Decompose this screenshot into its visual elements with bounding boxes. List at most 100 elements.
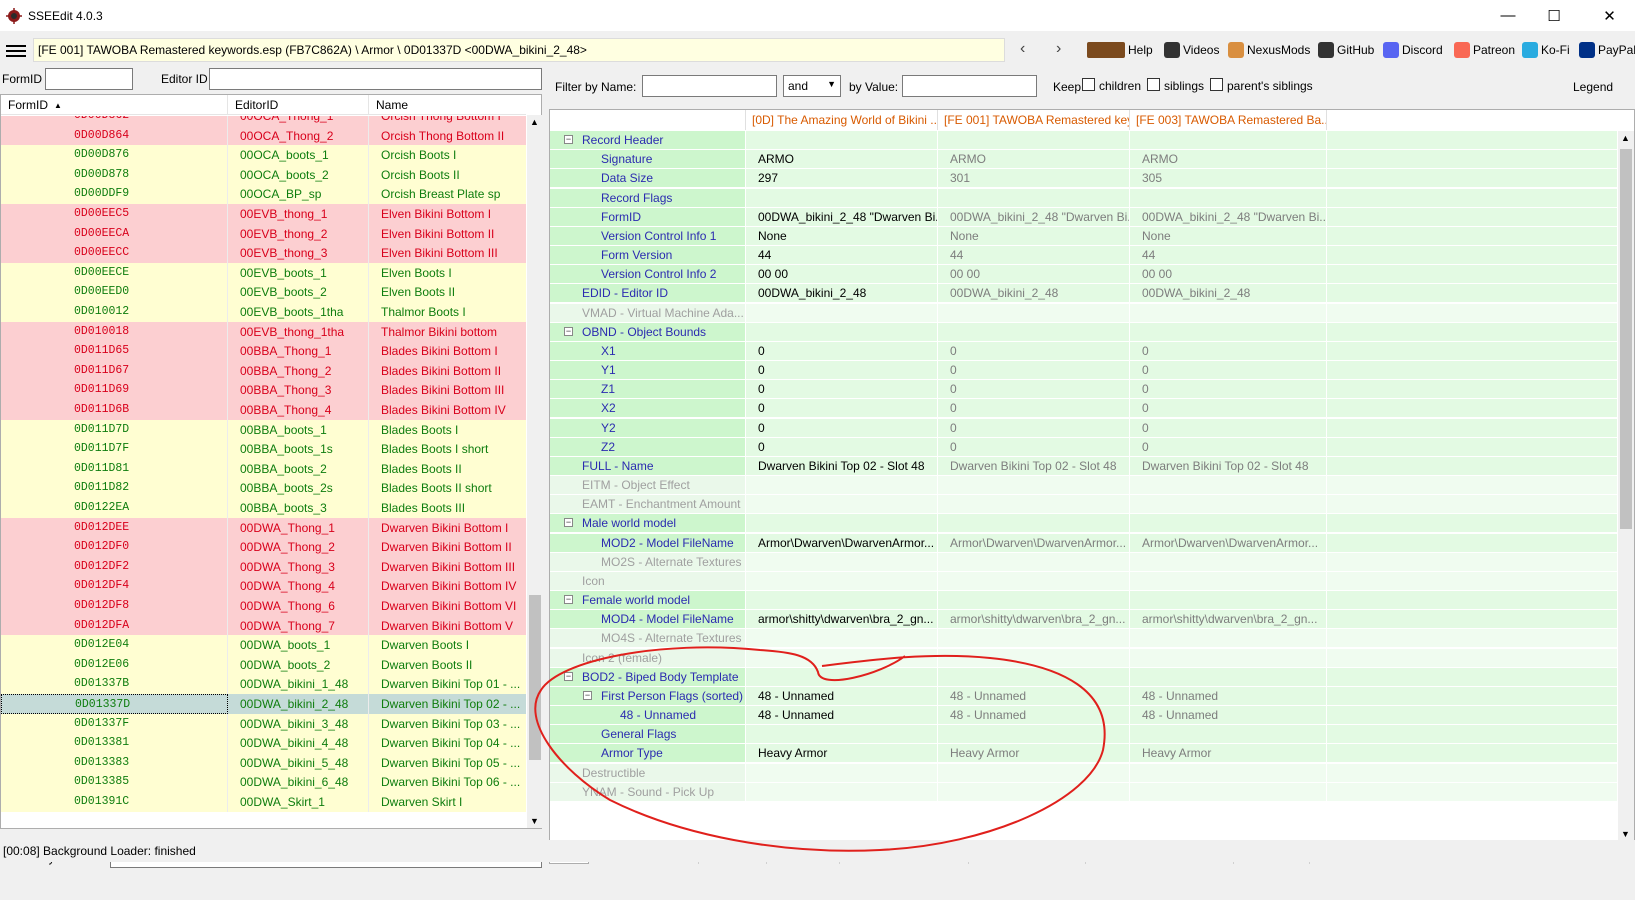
- view-value-cell[interactable]: 48 - Unnamed: [1130, 686, 1327, 706]
- view-value-cell[interactable]: 48 - Unnamed: [746, 686, 938, 706]
- table-row[interactable]: 0D012DFA 00DWA_Thong_7 Dwarven Bikini Bott…: [1, 615, 526, 636]
- scroll-down-icon[interactable]: ▼: [530, 816, 539, 826]
- table-row[interactable]: 0D011D67 00BBA_Thong_2 Blades Bikini Botto…: [1, 360, 526, 381]
- view-value-cell[interactable]: ARMO: [746, 150, 938, 170]
- view-value-cell[interactable]: Dwarven Bikini Top 02 - Slot 48: [746, 456, 938, 476]
- view-scrollbar[interactable]: ▲ ▼: [1618, 131, 1634, 840]
- view-value-cell[interactable]: Armor\Dwarven\DwarvenArmor...: [746, 533, 938, 553]
- view-value-cell[interactable]: 00 00: [1130, 265, 1327, 285]
- forward-arrow-icon[interactable]: ›: [1056, 40, 1061, 58]
- scroll-up-icon[interactable]: ▲: [530, 117, 539, 127]
- view-value-cell[interactable]: [938, 303, 1130, 323]
- view-value-cell[interactable]: [938, 188, 1130, 208]
- view-value-cell[interactable]: [938, 591, 1130, 611]
- table-row[interactable]: 0D012DF0 00DWA_Thong_2 Dwarven Bikini Bott…: [1, 537, 526, 558]
- view-value-cell[interactable]: [1130, 667, 1327, 687]
- plugin-header-fe001[interactable]: [FE 001] TAWOBA Remastered key...: [938, 110, 1130, 130]
- view-value-cell[interactable]: [1130, 495, 1327, 515]
- collapse-toggle-icon[interactable]: −: [564, 326, 573, 336]
- view-row[interactable]: General Flags: [550, 725, 1618, 745]
- view-value-cell[interactable]: [746, 188, 938, 208]
- table-row[interactable]: 0D0122EA 00BBA_boots_3 Blades Boots III: [1, 498, 526, 518]
- table-row[interactable]: 0D011D82 00BBA_boots_2s Blades Boots II sh…: [1, 478, 526, 499]
- table-row[interactable]: 0D011D7F 00BBA_boots_1s Blades Boots I sho…: [1, 439, 526, 460]
- view-value-cell[interactable]: 00DWA_bikini_2_48: [746, 284, 938, 304]
- view-value-cell[interactable]: [938, 322, 1130, 342]
- table-row[interactable]: 0D00D86200OCA_Thong_1 Orcish Thong Bottom…: [1, 116, 526, 126]
- view-row[interactable]: Y1 0 0 0: [550, 361, 1618, 381]
- table-row[interactable]: 0D00EECE 00EVB_boots_1 Elven Boots I: [1, 262, 526, 283]
- view-row[interactable]: − Record Header: [550, 131, 1618, 150]
- filter-name-input[interactable]: [642, 75, 777, 97]
- maximize-button[interactable]: ☐: [1531, 0, 1577, 31]
- view-row[interactable]: − BOD2 - Biped Body Template: [550, 667, 1618, 687]
- table-row[interactable]: 0D01337F 00DWA_bikini_3_48 Dwarven Bikini …: [1, 713, 526, 734]
- view-value-cell[interactable]: 0: [1130, 399, 1327, 419]
- scroll-thumb[interactable]: [529, 595, 541, 760]
- view-value-cell[interactable]: [746, 131, 938, 150]
- view-row[interactable]: FULL - Name Dwarven Bikini Top 02 - Slot …: [550, 456, 1618, 476]
- view-value-cell[interactable]: 0: [938, 361, 1130, 381]
- view-value-cell[interactable]: 0: [1130, 418, 1327, 438]
- view-value-cell[interactable]: [938, 782, 1130, 802]
- view-row[interactable]: MO4S - Alternate Textures: [550, 629, 1618, 649]
- view-value-cell[interactable]: 0: [1130, 437, 1327, 457]
- minimize-button[interactable]: —: [1485, 0, 1531, 31]
- collapse-toggle-icon[interactable]: −: [564, 135, 573, 144]
- view-value-cell[interactable]: [746, 322, 938, 342]
- siblings-checkbox[interactable]: [1147, 78, 1160, 91]
- column-name[interactable]: Name: [369, 95, 526, 115]
- view-row[interactable]: MO2S - Alternate Textures: [550, 552, 1618, 572]
- view-value-cell[interactable]: [938, 725, 1130, 745]
- view-value-cell[interactable]: ARMO: [1130, 150, 1327, 170]
- view-value-cell[interactable]: 301: [938, 169, 1130, 189]
- view-value-cell[interactable]: None: [938, 226, 1130, 246]
- view-value-cell[interactable]: 00DWA_bikini_2_48: [938, 284, 1130, 304]
- table-row[interactable]: 0D011D69 00BBA_Thong_3 Blades Bikini Botto…: [1, 380, 526, 401]
- table-row[interactable]: 0D00EECC 00EVB_thong_3 Elven Bikini Bottom…: [1, 243, 526, 264]
- table-row[interactable]: 0D012DF8 00DWA_Thong_6 Dwarven Bikini Bott…: [1, 596, 526, 616]
- table-row[interactable]: 0D012E06 00DWA_boots_2 Dwarven Boots II: [1, 654, 526, 675]
- view-value-cell[interactable]: armor\shitty\dwarven\bra_2_gn...: [746, 610, 938, 630]
- view-value-cell[interactable]: [746, 782, 938, 802]
- table-row[interactable]: 0D010018 00EVB_thong_1tha Thalmor Bikini b…: [1, 321, 526, 342]
- view-row[interactable]: Icon: [550, 571, 1618, 591]
- link-paypal[interactable]: PayPal: [1579, 42, 1635, 58]
- view-value-cell[interactable]: 00 00: [746, 265, 938, 285]
- view-value-cell[interactable]: [746, 591, 938, 611]
- view-value-cell[interactable]: [938, 629, 1130, 649]
- view-value-cell[interactable]: 0: [1130, 341, 1327, 361]
- view-value-cell[interactable]: Heavy Armor: [1130, 744, 1327, 764]
- view-row[interactable]: EAMT - Enchantment Amount: [550, 495, 1618, 515]
- view-row[interactable]: X1 0 0 0: [550, 341, 1618, 361]
- view-value-cell[interactable]: [746, 476, 938, 496]
- view-value-cell[interactable]: [938, 495, 1130, 515]
- view-value-cell[interactable]: [1130, 763, 1327, 783]
- view-value-cell[interactable]: [746, 629, 938, 649]
- view-value-cell[interactable]: 00DWA_bikini_2_48 "Dwarven Bi...: [938, 207, 1130, 227]
- table-row[interactable]: 0D00EEC5 00EVB_thong_1 Elven Bikini Bottom…: [1, 204, 526, 224]
- link-help[interactable]: Help: [1087, 42, 1153, 58]
- view-value-cell[interactable]: 0: [746, 380, 938, 400]
- view-value-cell[interactable]: 0: [1130, 361, 1327, 381]
- view-value-cell[interactable]: 0: [938, 399, 1130, 419]
- view-value-cell[interactable]: 48 - Unnamed: [938, 686, 1130, 706]
- view-value-cell[interactable]: [938, 667, 1130, 687]
- table-row[interactable]: 0D013381 00DWA_bikini_4_48 Dwarven Bikini …: [1, 733, 526, 754]
- collapse-toggle-icon[interactable]: −: [564, 671, 573, 681]
- view-row[interactable]: Icon 2 (female): [550, 648, 1618, 668]
- scroll-thumb[interactable]: [1620, 149, 1632, 529]
- table-row[interactable]: 0D012DF2 00DWA_Thong_3 Dwarven Bikini Bott…: [1, 556, 526, 577]
- view-value-cell[interactable]: 305: [1130, 169, 1327, 189]
- view-value-cell[interactable]: 0: [938, 380, 1130, 400]
- view-value-cell[interactable]: Dwarven Bikini Top 02 - Slot 48: [1130, 456, 1327, 476]
- view-row[interactable]: YNAM - Sound - Pick Up: [550, 782, 1618, 802]
- column-editorid[interactable]: EditorID: [228, 95, 369, 115]
- view-value-cell[interactable]: Heavy Armor: [938, 744, 1130, 764]
- plugin-header-fe003[interactable]: [FE 003] TAWOBA Remastered Ba...: [1130, 110, 1327, 130]
- view-row[interactable]: − OBND - Object Bounds: [550, 322, 1618, 342]
- table-row[interactable]: 0D011D65 00BBA_Thong_1 Blades Bikini Botto…: [1, 341, 526, 362]
- formid-search-input[interactable]: [45, 68, 133, 90]
- view-row[interactable]: Form Version 44 44 44: [550, 246, 1618, 266]
- table-row[interactable]: 0D012DEE 00DWA_Thong_1 Dwarven Bikini Bott…: [1, 517, 526, 538]
